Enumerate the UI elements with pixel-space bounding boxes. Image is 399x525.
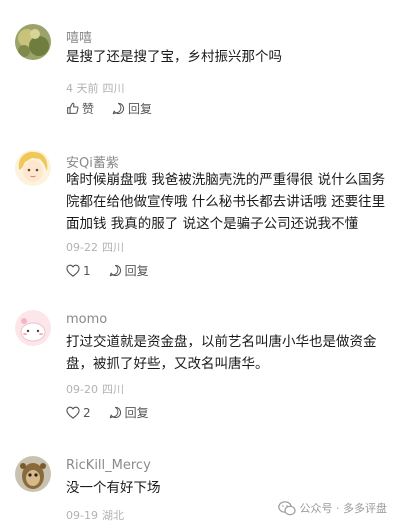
comment-actions: 赞 回复: [66, 100, 170, 117]
reply-button[interactable]: 回复: [112, 100, 152, 117]
like-label: 赞: [82, 102, 95, 116]
reply-label: 回复: [124, 406, 149, 420]
reply-bubble-icon: [109, 406, 121, 419]
comment-author[interactable]: RicKill_Mercy: [66, 458, 151, 473]
heart-icon: [66, 406, 80, 419]
avatar[interactable]: [15, 24, 51, 60]
like-button[interactable]: 2: [66, 406, 91, 420]
avatar[interactable]: [15, 150, 51, 186]
comment-line: 没一个有好下场: [66, 480, 161, 496]
comment-line: 打过交道就是资金盘，以前艺名叫唐小华也是做资金: [66, 334, 377, 350]
comment-line: 啥时候崩盘哦 我爸被洗脑壳洗的严重得很 说什么国务: [66, 172, 386, 188]
like-button[interactable]: 1: [66, 264, 91, 278]
avatar[interactable]: [15, 310, 51, 346]
reply-button[interactable]: 回复: [109, 404, 149, 421]
wechat-icon: [277, 500, 296, 515]
comment-meta: 09-22 四川: [66, 239, 124, 255]
like-button[interactable]: 赞: [66, 100, 94, 117]
comment-actions: 2 回复: [66, 404, 167, 421]
heart-icon: [66, 264, 80, 277]
comment-time: 4 天前: [66, 82, 99, 95]
comment-time: 09-19: [66, 509, 98, 522]
avatar[interactable]: [15, 456, 51, 492]
comment-line: 盘，被抓了好些，又改名叫唐华。: [66, 356, 269, 372]
comment-text: 啥时候崩盘哦 我爸被洗脑壳洗的严重得很 说什么国务 院都在给他做宣传哦 什么秘书…: [66, 169, 388, 235]
comment-line: 院都在给他做宣传哦 什么秘书长都去讲话哦 还要往里: [66, 194, 386, 210]
like-count: 2: [83, 405, 91, 420]
comment-location: 四川: [101, 383, 124, 396]
reply-label: 回复: [124, 264, 149, 278]
watermark: 公众号 · 多多评盘: [277, 500, 388, 516]
reply-label: 回复: [128, 102, 153, 116]
comment-time: 09-20: [66, 383, 98, 396]
comment-line: 是搜了还是搜了宝，乡村振兴那个吗: [66, 49, 282, 65]
comment-location: 湖北: [101, 509, 124, 522]
comment-time: 09-22: [66, 241, 98, 254]
comment-line: 面加钱 我真的服了 说这个是骗子公司还说我不懂: [66, 216, 359, 232]
comment-location: 四川: [102, 82, 125, 95]
comment-meta: 09-19 湖北: [66, 507, 124, 523]
comment-meta: 4 天前 四川: [66, 80, 125, 96]
comment-text: 没一个有好下场: [66, 477, 388, 499]
watermark-text: 公众号 · 多多评盘: [299, 502, 388, 515]
comment-text: 打过交道就是资金盘，以前艺名叫唐小华也是做资金 盘，被抓了好些，又改名叫唐华。: [66, 331, 388, 375]
comment-author[interactable]: 嘻嘻: [66, 27, 92, 46]
reply-bubble-icon: [112, 102, 125, 115]
reply-button[interactable]: 回复: [109, 262, 149, 279]
comment-author[interactable]: momo: [66, 312, 107, 327]
comment-location: 四川: [101, 241, 124, 254]
comment-meta: 09-20 四川: [66, 381, 124, 397]
like-count: 1: [83, 263, 91, 278]
thumb-up-icon: [67, 102, 79, 114]
reply-bubble-icon: [109, 264, 121, 277]
comment-actions: 1 回复: [66, 262, 167, 279]
comment-text: 是搜了还是搜了宝，乡村振兴那个吗: [66, 46, 388, 68]
